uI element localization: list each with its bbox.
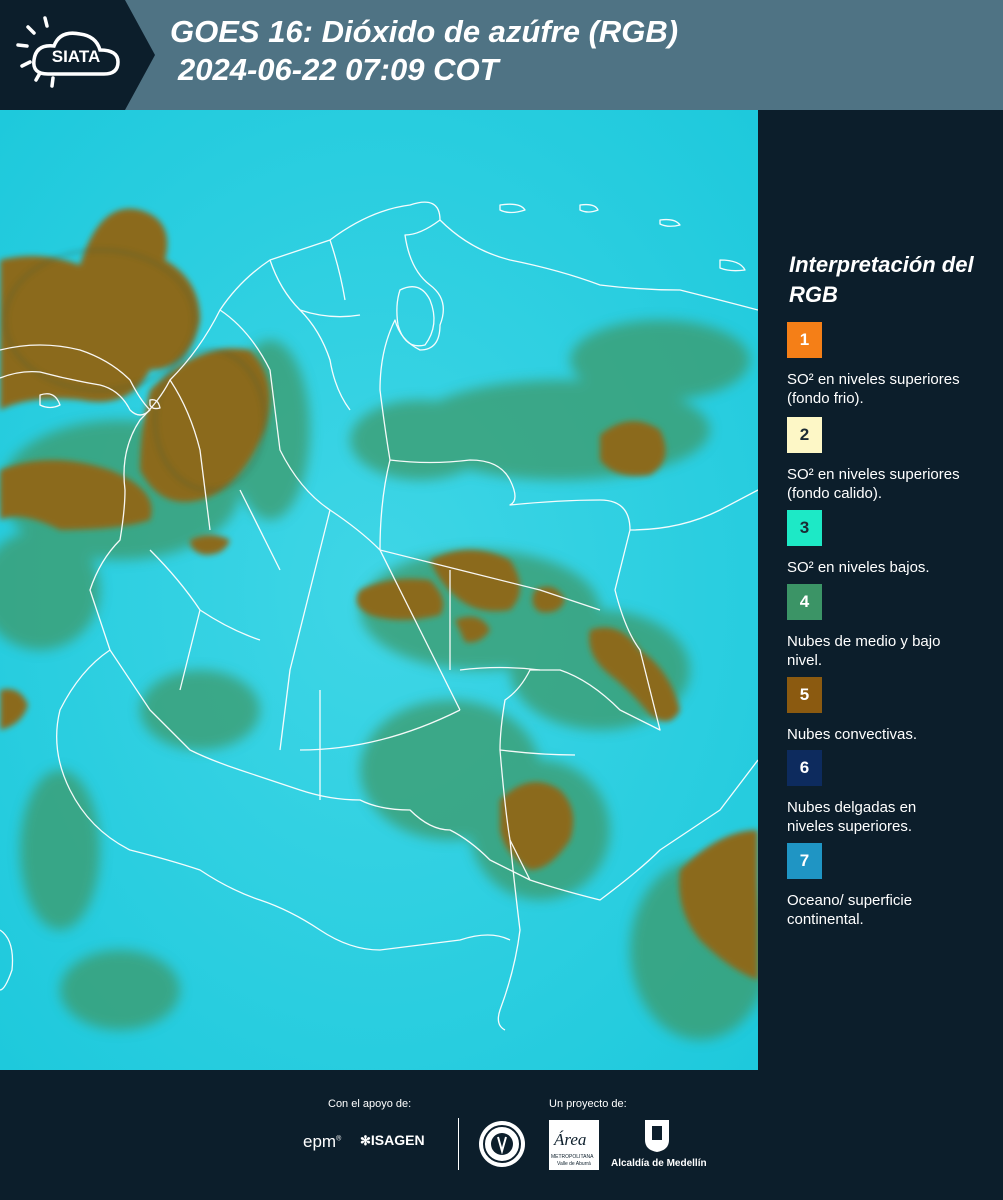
legend-item-7: 7 Oceano/ superficie continental. <box>787 843 997 929</box>
area-logo-line1: METROPOLITANA <box>551 1154 594 1160</box>
siata-logo-text: SIATA <box>52 47 100 66</box>
legend-swatch-2: 2 <box>787 417 822 453</box>
medellin-seal-icon[interactable] <box>478 1120 526 1168</box>
legend-desc-1: SO² en niveles superiores (fondo frio). <box>787 371 960 407</box>
legend-item-6: 6 Nubes delgadas en niveles superiores. <box>787 750 997 836</box>
area-metropolitana-logo[interactable]: Área METROPOLITANA Valle de Aburrá <box>549 1120 599 1170</box>
title-line-1: GOES 16: Dióxido de azúfre (RGB) <box>170 14 679 49</box>
legend-swatch-4: 4 <box>787 584 822 620</box>
legend-desc-7: Oceano/ superficie continental. <box>787 892 913 928</box>
support-label: Con el apoyo de: <box>328 1098 412 1110</box>
legend-title: Interpretación del RGB <box>789 252 974 307</box>
legend-swatch-3: 3 <box>787 510 822 546</box>
legend-swatch-5: 5 <box>787 677 822 713</box>
legend-desc-5: Nubes convectivas. <box>787 726 918 743</box>
isagen-logo[interactable]: ✻ISAGEN <box>360 1132 425 1149</box>
legend-panel: Interpretación del RGB 1 SO² en niveles … <box>758 110 1003 1070</box>
isagen-icon: ✻ <box>360 1133 371 1148</box>
siata-logo[interactable]: SIATA <box>0 0 155 110</box>
page-title: GOES 16: Dióxido de azúfre (RGB) 2024-06… <box>170 14 678 90</box>
legend-swatch-1: 1 <box>787 322 822 358</box>
area-logo-line2: Valle de Aburrá <box>557 1161 591 1167</box>
legend-swatch-6: 6 <box>787 750 822 786</box>
footer-divider <box>458 1118 459 1170</box>
legend-item-1: 1 SO² en niveles superiores (fondo frio)… <box>787 322 997 408</box>
area-logo-name: Área <box>554 1130 587 1149</box>
alcaldia-shield-icon[interactable] <box>643 1118 671 1154</box>
footer: Con el apoyo de: Un proyecto de: epm® ✻I… <box>0 1070 1003 1200</box>
legend-desc-2: SO² en niveles superiores (fondo calido)… <box>787 466 960 502</box>
header-bar: SIATA GOES 16: Dióxido de azúfre (RGB) 2… <box>0 0 1003 110</box>
epm-logo[interactable]: epm® <box>303 1132 341 1152</box>
legend-swatch-7: 7 <box>787 843 822 879</box>
satellite-map[interactable] <box>0 110 758 1070</box>
legend-item-5: 5 Nubes convectivas. <box>787 677 997 744</box>
legend-desc-4: Nubes de medio y bajo nivel. <box>787 633 941 669</box>
legend-desc-6: Nubes delgadas en niveles superiores. <box>787 799 917 835</box>
legend-item-2: 2 SO² en niveles superiores (fondo calid… <box>787 417 997 503</box>
project-label: Un proyecto de: <box>549 1098 627 1110</box>
legend-item-4: 4 Nubes de medio y bajo nivel. <box>787 584 997 670</box>
legend-desc-3: SO² en niveles bajos. <box>787 559 930 576</box>
legend-item-3: 3 SO² en niveles bajos. <box>787 510 997 577</box>
alcaldia-label: Alcaldía de Medellín <box>611 1158 707 1169</box>
title-line-2: 2024-06-22 07:09 COT <box>178 52 499 87</box>
